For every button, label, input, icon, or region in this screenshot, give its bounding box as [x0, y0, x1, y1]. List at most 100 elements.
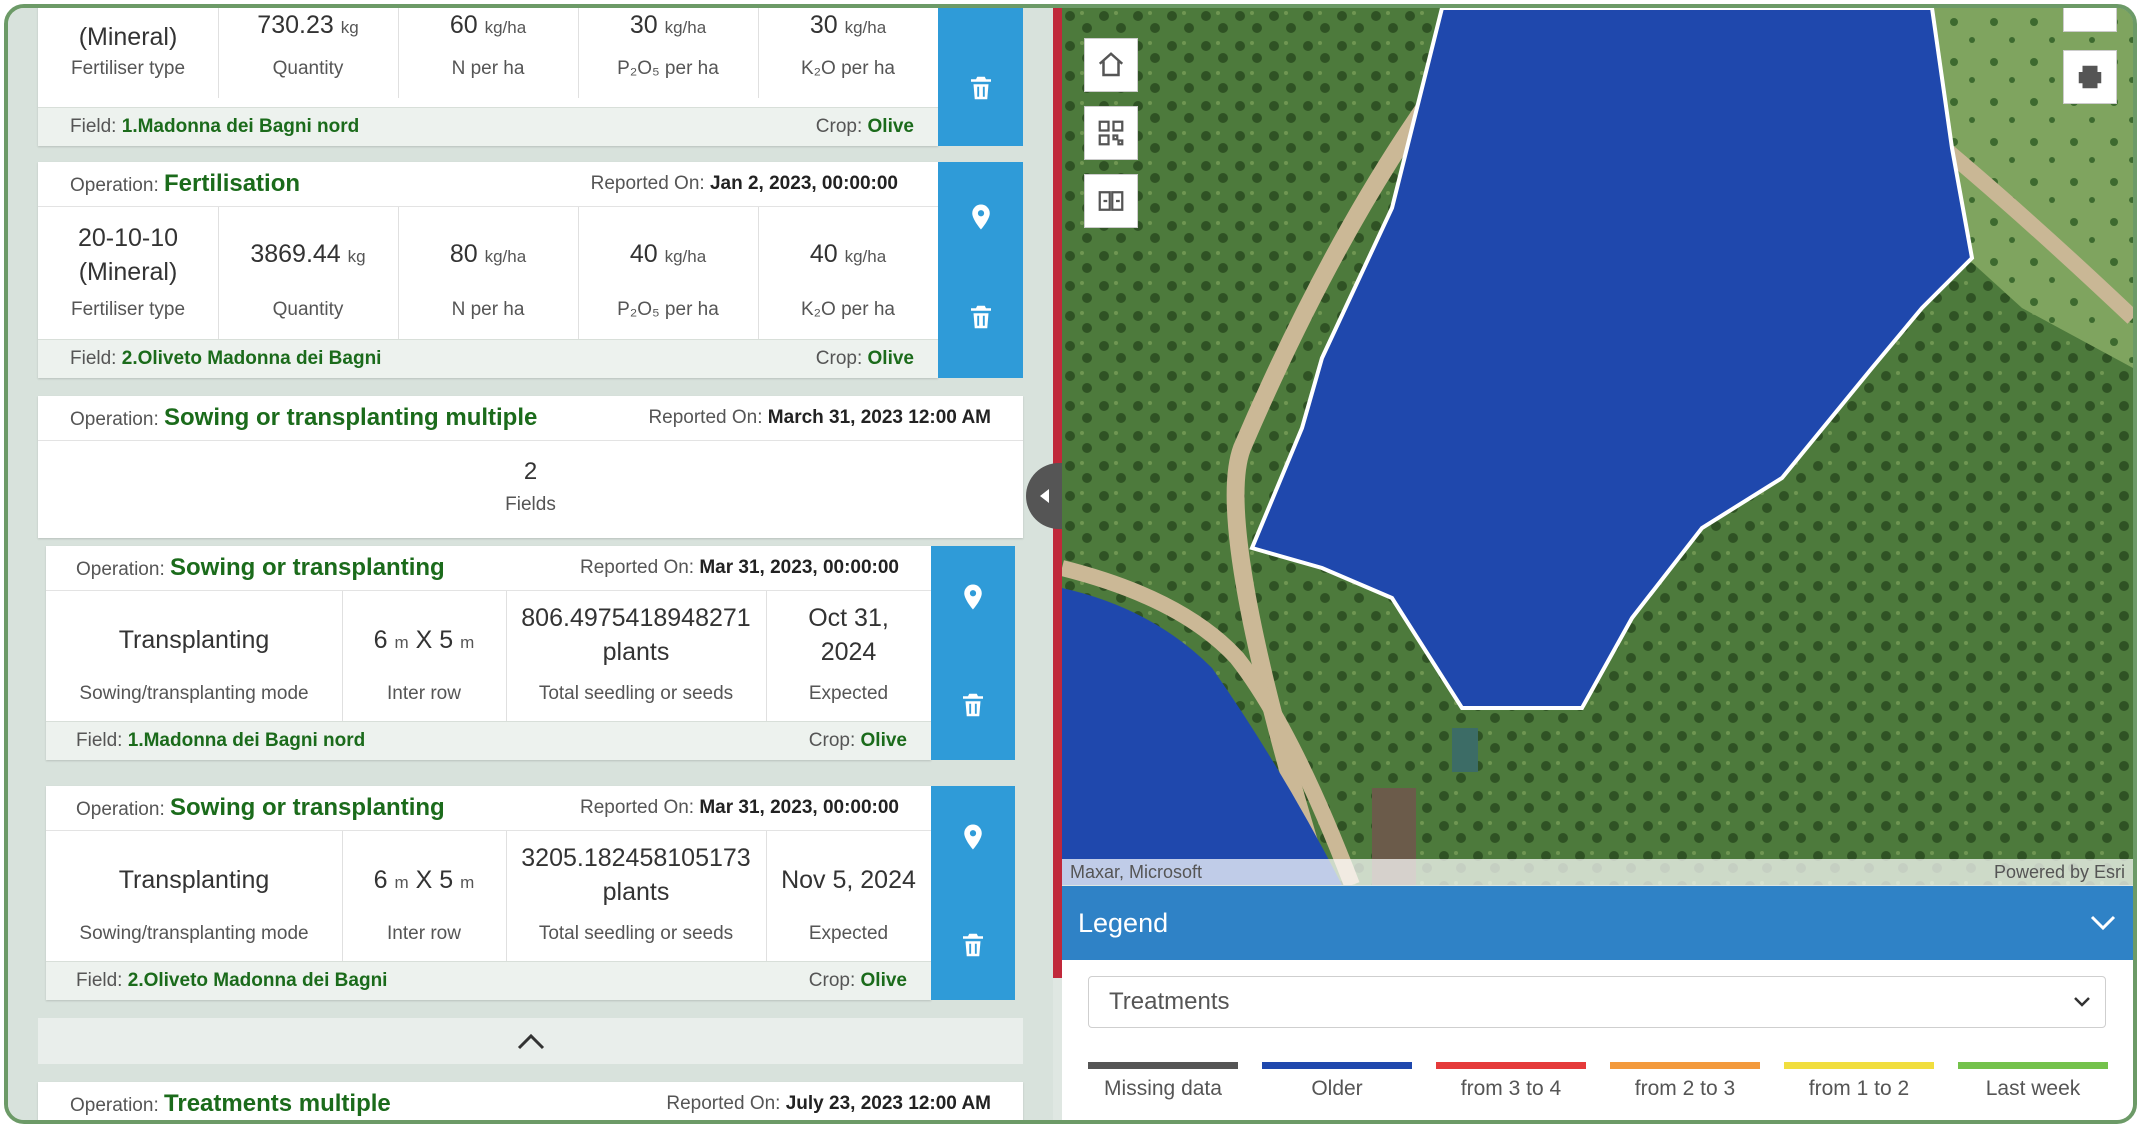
card-header: Operation: Sowing or transplanting multi… [38, 396, 1023, 441]
fertiliser-type-label: Fertiliser type [70, 58, 186, 79]
legend-item: from 2 to 3 [1610, 1062, 1760, 1101]
legend-item-label: from 3 to 4 [1460, 1077, 1562, 1100]
fertilisation-card: (Mineral) Fertiliser type 730.23 kg Quan… [38, 8, 938, 146]
inter-row-value: 6 m X 5 m [373, 866, 475, 894]
seeds-value: 3205.182458105173 plants [521, 844, 751, 906]
delete-button[interactable] [931, 910, 1015, 980]
crop-info: Crop: Olive [815, 348, 914, 369]
n-value: 60 kg/ha [449, 11, 527, 39]
seeds-cell: 806.4975418948271 plants Total seedling … [506, 591, 767, 722]
card-metrics: 20-10-10 (Mineral) Fertiliser type 3869.… [38, 207, 938, 340]
attribution-esri[interactable]: Powered by Esri [1994, 859, 2125, 885]
fertiliser-type-value: 20-10-10 (Mineral) [77, 224, 179, 286]
card-footer: Field: 1.Madonna dei Bagni nord Crop: Ol… [38, 107, 938, 146]
map-imagery [1062, 8, 2133, 885]
operation-label: Operation: Sowing or transplanting multi… [70, 404, 538, 431]
k-per-ha-cell: 30 kg/ha K₂O per ha [758, 8, 938, 98]
treatments-multiple-card[interactable]: Operation: Treatments multiple Reported … [38, 1082, 1023, 1120]
satellite-map[interactable]: Maxar, Microsoft Powered by Esri [1062, 8, 2133, 885]
delete-button[interactable] [938, 53, 1023, 123]
inter-row-label: Inter row [387, 683, 461, 704]
legend-item: Last week [1958, 1062, 2108, 1101]
card-header: Operation: Treatments multiple Reported … [38, 1082, 1023, 1120]
fertilisation-card: Operation: Fertilisation Reported On: Ja… [38, 162, 938, 378]
card-header: Operation: Sowing or transplanting Repor… [46, 786, 931, 831]
k-value: 40 kg/ha [809, 240, 887, 268]
mode-cell: Transplanting Sowing/transplanting mode [46, 831, 343, 962]
trash-icon [970, 305, 991, 329]
legend-item-label: Last week [1985, 1077, 2081, 1100]
inter-row-cell: 6 m X 5 m Inter row [342, 831, 507, 962]
legend-item: from 3 to 4 [1436, 1062, 1586, 1101]
reported-on: Reported On: July 23, 2023 12:00 AM [666, 1093, 991, 1114]
operation-label: Operation: Treatments multiple [70, 1090, 391, 1117]
field-info: Field: 1.Madonna dei Bagni nord [70, 116, 360, 137]
n-label: N per ha [451, 299, 525, 320]
delete-button[interactable] [938, 282, 1023, 352]
field-info: Field: 2.Oliveto Madonna dei Bagni [76, 970, 388, 991]
legend-header[interactable]: Legend [1062, 886, 2133, 960]
crop-info: Crop: Olive [808, 730, 907, 751]
trash-icon [963, 933, 983, 957]
mode-value: Transplanting [118, 866, 270, 894]
card-actions [938, 8, 1023, 146]
seeds-label: Total seedling or seeds [538, 923, 734, 944]
trash-icon [970, 76, 991, 100]
operation-label: Operation: Sowing or transplanting [76, 554, 445, 581]
card-actions [931, 786, 1015, 1000]
mode-value: Transplanting [118, 626, 270, 654]
print-button[interactable] [2063, 50, 2117, 104]
legend-item: from 1 to 2 [1784, 1062, 1934, 1101]
quantity-value: 730.23 kg [257, 11, 359, 39]
mode-label: Sowing/transplanting mode [79, 683, 309, 704]
card-metrics: Transplanting Sowing/transplanting mode … [46, 831, 931, 962]
legend-swatch [1610, 1062, 1760, 1069]
inter-row-label: Inter row [387, 923, 461, 944]
chevron-up-icon [517, 1033, 544, 1050]
multi-sowing-card[interactable]: Operation: Sowing or transplanting multi… [38, 396, 1023, 538]
expected-value: Nov 5, 2024 [781, 866, 916, 894]
card-header: Operation: Sowing or transplanting Repor… [46, 546, 931, 591]
inter-row-value: 6 m X 5 m [373, 626, 475, 654]
map-control-button[interactable] [2063, 8, 2117, 32]
legend-swatch [1958, 1062, 2108, 1069]
crop-info: Crop: Olive [808, 970, 907, 991]
locate-button[interactable] [931, 562, 1015, 632]
reported-on: Reported On: Mar 31, 2023, 00:00:00 [580, 557, 899, 578]
trash-icon [963, 693, 983, 717]
quantity-cell: 3869.44 kg Quantity [218, 207, 399, 340]
location-pin-icon [971, 204, 990, 230]
legend-item-label: from 2 to 3 [1634, 1077, 1736, 1100]
locate-button[interactable] [931, 802, 1015, 872]
legend-layer-select[interactable]: Treatments [1088, 976, 2106, 1028]
p-label: P₂O₅ per ha [617, 58, 719, 79]
card-footer: Field: 2.Oliveto Madonna dei Bagni Crop:… [46, 961, 931, 1000]
quantity-cell: 730.23 kg Quantity [218, 8, 399, 98]
p-value: 30 kg/ha [629, 11, 707, 39]
card-footer: Field: 2.Oliveto Madonna dei Bagni Crop:… [38, 339, 938, 378]
compare-layers-button[interactable] [1084, 174, 1138, 228]
operations-panel[interactable]: (Mineral) Fertiliser type 730.23 kg Quan… [8, 8, 1053, 1120]
fields-count-value: 2 [523, 458, 538, 485]
locate-button[interactable] [938, 182, 1023, 252]
legend-swatch [1784, 1062, 1934, 1069]
reported-on: Reported On: Jan 2, 2023, 00:00:00 [590, 173, 898, 194]
home-icon [1098, 52, 1124, 77]
collapse-group-button[interactable] [38, 1018, 1023, 1064]
n-label: N per ha [451, 58, 525, 79]
n-value: 80 kg/ha [449, 240, 527, 268]
map-attribution: Maxar, Microsoft Powered by Esri [1062, 859, 2133, 885]
mode-cell: Transplanting Sowing/transplanting mode [46, 591, 343, 722]
k-value: 30 kg/ha [809, 11, 887, 39]
delete-button[interactable] [931, 670, 1015, 740]
inter-row-cell: 6 m X 5 m Inter row [342, 591, 507, 722]
chevron-down-icon[interactable] [2089, 913, 2117, 933]
caret-left-icon [1040, 489, 1049, 503]
qr-code-button[interactable] [1084, 106, 1138, 160]
n-per-ha-cell: 60 kg/ha N per ha [398, 8, 579, 98]
home-button[interactable] [1084, 38, 1138, 92]
app-frame: (Mineral) Fertiliser type 730.23 kg Quan… [4, 4, 2137, 1124]
legend-item-label: Older [1311, 1077, 1363, 1100]
reported-on: Reported On: March 31, 2023 12:00 AM [648, 407, 991, 428]
legend-layer-select-value: Treatments [1109, 988, 1230, 1015]
